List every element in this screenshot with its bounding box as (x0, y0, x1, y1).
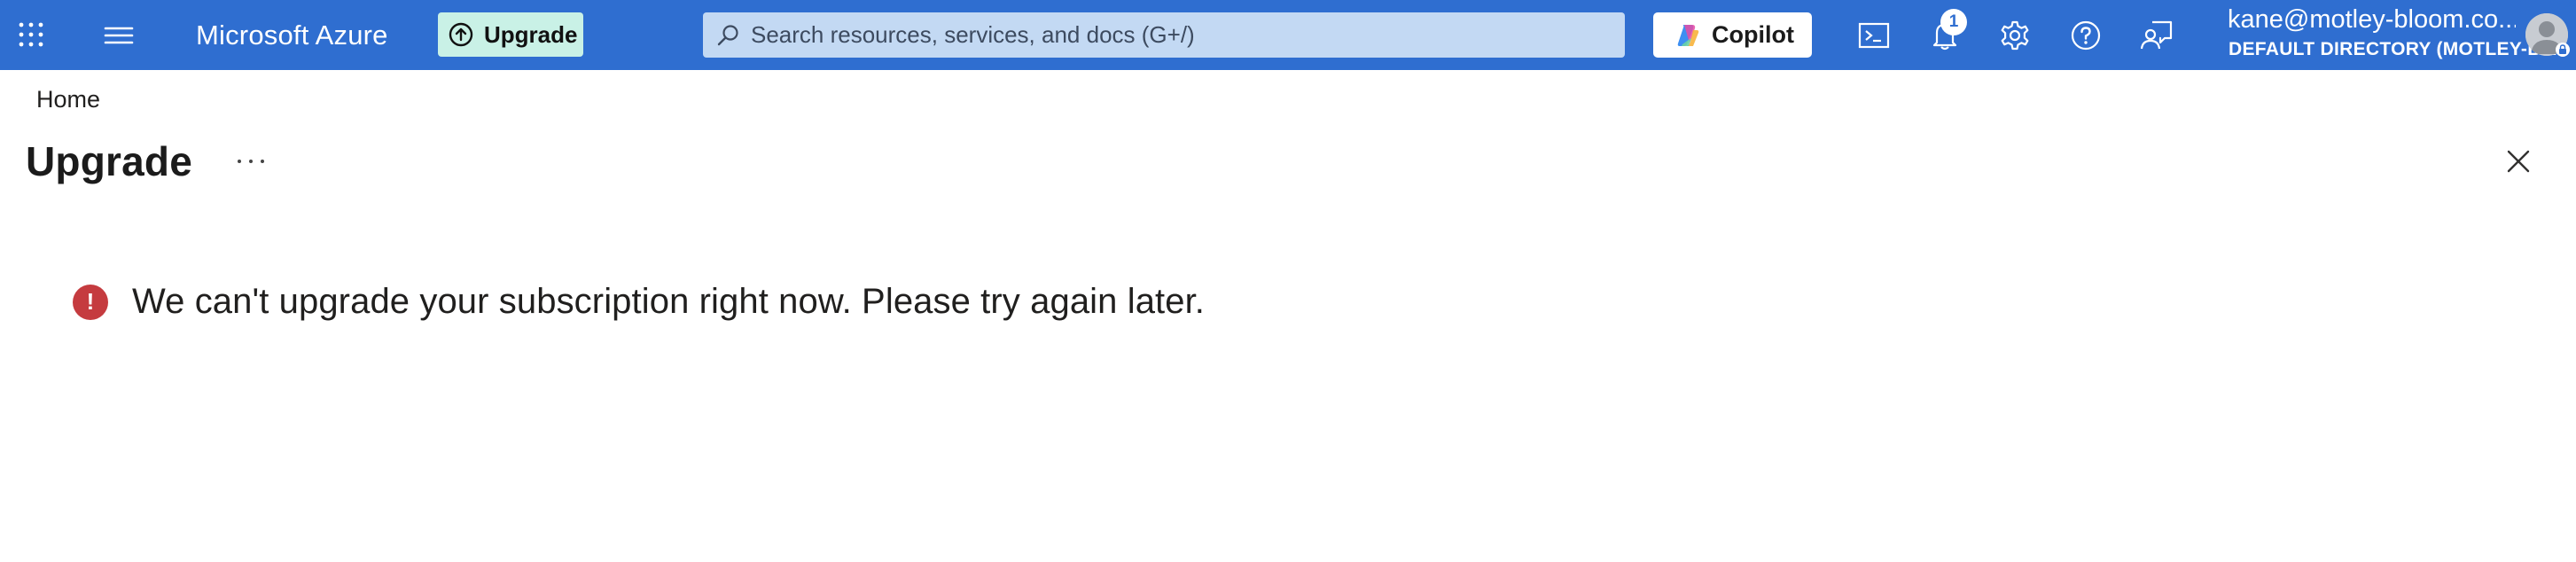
page-title: Upgrade (26, 138, 192, 184)
close-icon (2507, 150, 2530, 173)
ellipsis-icon (249, 160, 253, 163)
ellipsis-icon (261, 160, 264, 163)
account-directory[interactable]: DEFAULT DIRECTORY (MOTLEY-B... (2229, 39, 2557, 60)
error-message: We can't upgrade your subscription right… (132, 282, 1206, 321)
copilot-button-label: Copilot (1712, 21, 1794, 48)
top-navigation-bar: Microsoft Azure Upgrade Copilot (0, 0, 2576, 70)
lock-icon (2556, 43, 2570, 57)
account-email[interactable]: kane@motley-bloom.co... (2228, 5, 2516, 35)
settings-gear-icon[interactable] (1997, 18, 2033, 53)
upgrade-arrow-icon (449, 22, 473, 47)
upgrade-button[interactable]: Upgrade (438, 12, 583, 57)
help-icon[interactable] (2068, 18, 2104, 53)
search-input[interactable] (751, 21, 1602, 49)
cloud-shell-icon[interactable] (1856, 18, 1892, 53)
app-launcher-icon[interactable] (18, 21, 44, 48)
error-icon: ! (73, 284, 108, 320)
copilot-icon (1677, 24, 1699, 46)
upgrade-button-label: Upgrade (484, 20, 578, 48)
more-options-button[interactable] (238, 151, 264, 172)
hamburger-menu-icon[interactable] (103, 23, 135, 48)
brand-title[interactable]: Microsoft Azure (196, 16, 388, 55)
copilot-button[interactable]: Copilot (1653, 12, 1812, 58)
close-button[interactable] (2505, 148, 2532, 175)
global-search[interactable] (703, 12, 1625, 58)
error-message-row: ! We can't upgrade your subscription rig… (73, 282, 1205, 322)
feedback-icon[interactable] (2139, 18, 2174, 53)
notification-count-badge: 1 (1940, 9, 1967, 35)
search-icon (717, 24, 738, 45)
breadcrumb-home-link[interactable]: Home (36, 86, 100, 113)
ellipsis-icon (238, 160, 241, 163)
